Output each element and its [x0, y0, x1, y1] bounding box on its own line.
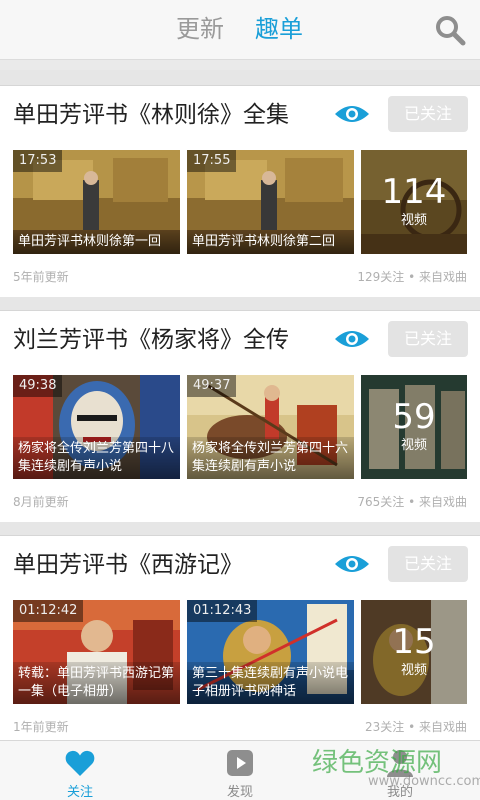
video-duration: 49:38 [13, 375, 63, 397]
search-button[interactable] [434, 14, 466, 46]
nav-label: 发现 [226, 785, 253, 800]
followed-button[interactable]: 已关注 [388, 96, 468, 132]
video-duration: 17:53 [13, 150, 63, 172]
video-caption: 单田芳评书林则徐第二回 [187, 230, 354, 254]
eye-icon[interactable] [334, 552, 370, 576]
card-title: 刘兰芳评书《杨家将》全传 [13, 327, 289, 353]
video-thumbnail[interactable]: 17:53 单田芳评书林则徐第一回 [13, 150, 180, 254]
more-videos-tile[interactable]: 15 视频 [361, 600, 467, 704]
person-icon [387, 750, 413, 777]
followed-button[interactable]: 已关注 [388, 321, 468, 357]
video-caption: 转载：单田芳评书西游记第一集（电子相册） [13, 662, 180, 704]
video-count-unit: 视频 [400, 213, 427, 228]
playlist-card[interactable]: 单田芳评书《西游记》 已关注 01:12:42 转载：单田芳评书西游记第一集（电… [0, 535, 480, 747]
video-caption: 杨家将全传刘兰芳第四十六集连续剧有声小说 [187, 437, 354, 479]
tab-fun-lists[interactable]: 趣单 [255, 12, 303, 46]
heart-icon [65, 750, 95, 776]
video-thumbnail[interactable]: 49:38 杨家将全传刘兰芳第四十八集连续剧有声小说 [13, 375, 180, 479]
playlist-card[interactable]: 刘兰芳评书《杨家将》全传 已关注 49:38 杨家将全传刘兰芳第四十八集连续剧有… [0, 310, 480, 522]
playlist-card[interactable]: 单田芳评书《林则徐》全集 已关注 17:53 单田芳评书林则徐第一回 17:55… [0, 85, 480, 297]
video-caption: 第三十集连续剧有声小说电子相册评书网神话 [187, 662, 354, 704]
video-thumbnail[interactable]: 01:12:43 第三十集连续剧有声小说电子相册评书网神话 [187, 600, 354, 704]
video-duration: 01:12:43 [187, 600, 258, 622]
card-title: 单田芳评书《林则徐》全集 [13, 102, 289, 128]
more-videos-tile[interactable]: 59 视频 [361, 375, 467, 479]
video-thumbnail[interactable]: 49:37 杨家将全传刘兰芳第四十六集连续剧有声小说 [187, 375, 354, 479]
follow-stats: 23关注 • 来自戏曲 [365, 720, 467, 734]
followed-button[interactable]: 已关注 [388, 546, 468, 582]
updated-time: 5年前更新 [13, 270, 69, 284]
nav-discover[interactable]: 发现 [190, 741, 290, 800]
more-videos-tile[interactable]: 114 视频 [361, 150, 467, 254]
video-thumbnails: 01:12:42 转载：单田芳评书西游记第一集（电子相册） 01:12:43 第… [13, 600, 467, 704]
top-bar: 更新 趣单 [0, 0, 480, 60]
card-title: 单田芳评书《西游记》 [13, 552, 243, 578]
video-duration: 01:12:42 [13, 600, 84, 622]
video-caption: 单田芳评书林则徐第一回 [13, 230, 180, 254]
header-gap [0, 60, 480, 70]
updated-time: 8月前更新 [13, 495, 69, 509]
eye-icon[interactable] [334, 102, 370, 126]
video-duration: 49:37 [187, 375, 237, 397]
video-count: 114 [381, 172, 447, 212]
nav-follow[interactable]: 关注 [30, 741, 130, 800]
video-thumbnails: 49:38 杨家将全传刘兰芳第四十八集连续剧有声小说 49:37 杨家将全传刘兰… [13, 375, 467, 479]
updated-time: 1年前更新 [13, 720, 69, 734]
bottom-navigation: 关注 发现 我的 [0, 740, 480, 800]
video-duration: 17:55 [187, 150, 237, 172]
play-icon [227, 750, 253, 776]
video-thumbnail[interactable]: 01:12:42 转载：单田芳评书西游记第一集（电子相册） [13, 600, 180, 704]
tab-updates[interactable]: 更新 [176, 12, 224, 46]
video-count-unit: 视频 [400, 438, 427, 453]
video-count-overlay: 15 视频 [361, 600, 467, 704]
video-count-unit: 视频 [400, 663, 427, 678]
video-thumbnail[interactable]: 17:55 单田芳评书林则徐第二回 [187, 150, 354, 254]
nav-label: 关注 [66, 785, 93, 800]
nav-mine[interactable]: 我的 [350, 741, 450, 800]
video-count: 15 [392, 622, 436, 662]
video-count: 59 [392, 397, 436, 437]
follow-stats: 129关注 • 来自戏曲 [357, 270, 467, 284]
video-count-overlay: 114 视频 [361, 150, 467, 254]
video-thumbnails: 17:53 单田芳评书林则徐第一回 17:55 单田芳评书林则徐第二回 114 … [13, 150, 467, 254]
search-icon [436, 16, 466, 46]
eye-icon[interactable] [334, 327, 370, 351]
follow-stats: 765关注 • 来自戏曲 [357, 495, 467, 509]
video-caption: 杨家将全传刘兰芳第四十八集连续剧有声小说 [13, 437, 180, 479]
nav-label: 我的 [386, 785, 413, 800]
video-count-overlay: 59 视频 [361, 375, 467, 479]
